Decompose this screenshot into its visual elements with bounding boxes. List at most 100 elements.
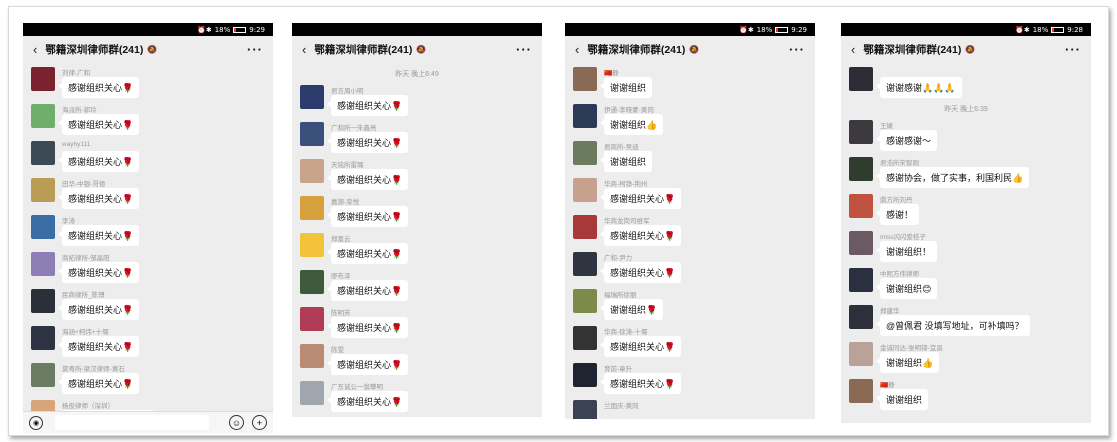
avatar[interactable] bbox=[31, 252, 55, 276]
avatar[interactable] bbox=[573, 252, 597, 276]
message-list[interactable]: 🇨🇳静 谢谢组织 伊通-李晓蒙-黄冈 谢谢组织👍 君商所-吴迪 谢谢组织 华商-柯铮-荆州感… bbox=[565, 63, 815, 419]
avatar[interactable] bbox=[31, 141, 55, 165]
message-bubble[interactable]: 感谢协会，做了实事，利国利民👍 bbox=[875, 167, 1030, 188]
plus-icon[interactable]: + bbox=[252, 415, 267, 430]
message-bubble[interactable]: 感谢组织关心🌹 bbox=[599, 188, 682, 209]
message-list[interactable]: 昨天 晚上6:49 君言周小明 感谢组织关心🌹 广和所一朱鑫亮 感谢组织关心🌹 天铭所雷… bbox=[292, 63, 542, 412]
avatar[interactable] bbox=[31, 289, 55, 313]
sender-name: 陈明芳 bbox=[331, 310, 351, 317]
message-bubble[interactable]: 感谢组织关心🌹 bbox=[57, 299, 140, 320]
emoji-icon[interactable]: ☺ bbox=[229, 415, 244, 430]
message-input[interactable] bbox=[55, 415, 209, 430]
more-options-icon[interactable]: ··· bbox=[789, 42, 805, 57]
sender-name: 郑建华 bbox=[880, 308, 900, 315]
message-bubble[interactable]: 感谢！ bbox=[875, 204, 920, 225]
message-bubble[interactable]: 感谢组织关心🌹 bbox=[326, 354, 409, 375]
avatar[interactable] bbox=[573, 178, 597, 202]
avatar[interactable] bbox=[300, 307, 324, 331]
message-bubble[interactable]: 谢谢组织 bbox=[875, 389, 929, 410]
avatar[interactable] bbox=[300, 122, 324, 146]
message-bubble[interactable]: 感谢组织关心🌹 bbox=[57, 262, 140, 283]
back-arrow-icon[interactable]: ‹ bbox=[33, 42, 37, 57]
avatar[interactable] bbox=[849, 268, 873, 292]
message-bubble[interactable]: 感谢感谢～ bbox=[875, 130, 938, 151]
avatar[interactable] bbox=[849, 194, 873, 218]
message-list[interactable]: 刘律-广和 感谢组织关心🌹 海派所-郭玲 感谢组织关心🌹 wayhy111 感谢组织关心🌹… bbox=[23, 63, 273, 431]
message-bubble[interactable]: 谢谢组织😊 bbox=[875, 278, 938, 299]
avatar[interactable] bbox=[849, 231, 873, 255]
message-bubble[interactable]: 感谢组织关心🌹 bbox=[326, 280, 409, 301]
phone-screen-2: ‹ 鄂籍深圳律师群(241) 🔕 ··· 昨天 晚上6:49 君言周小明 感谢组织… bbox=[292, 23, 542, 417]
avatar[interactable] bbox=[573, 215, 597, 239]
message-bubble[interactable]: 感谢组织关心🌹 bbox=[57, 188, 140, 209]
avatar[interactable] bbox=[849, 379, 873, 403]
message-bubble[interactable]: 感谢组织关心🌹 bbox=[57, 373, 140, 394]
avatar[interactable] bbox=[573, 104, 597, 128]
avatar[interactable] bbox=[573, 400, 597, 419]
message-bubble[interactable]: 感谢组织关心🌹 bbox=[57, 114, 140, 135]
avatar[interactable] bbox=[573, 67, 597, 91]
avatar[interactable] bbox=[300, 196, 324, 220]
avatar[interactable] bbox=[849, 305, 873, 329]
message-bubble[interactable]: 谢谢组织👍 bbox=[875, 352, 940, 373]
message-list[interactable]: 谢谢感谢🙏🙏🙏 昨天 晚上6:39 王婕 感谢感谢～ 君浩所宋智刚 感谢协会，做了实事，利… bbox=[841, 63, 1091, 410]
avatar[interactable] bbox=[573, 363, 597, 387]
message-bubble[interactable]: 感谢组织关心🌹 bbox=[599, 373, 682, 394]
message-bubble[interactable]: 感谢组织关心🌹 bbox=[57, 336, 140, 357]
message-bubble[interactable]: 感谢组织关心🌹 bbox=[326, 132, 409, 153]
avatar[interactable] bbox=[573, 141, 597, 165]
avatar[interactable] bbox=[300, 85, 324, 109]
avatar[interactable] bbox=[300, 344, 324, 368]
sender-name: 中熙方伟律师 bbox=[880, 271, 919, 278]
more-options-icon[interactable]: ··· bbox=[247, 42, 263, 57]
message-bubble[interactable]: 谢谢组织 bbox=[599, 77, 653, 98]
more-options-icon[interactable]: ··· bbox=[516, 42, 532, 57]
message-bubble[interactable]: 感谢组织关心🌹 bbox=[57, 225, 140, 246]
avatar[interactable] bbox=[849, 342, 873, 366]
message-bubble[interactable]: 谢谢组织👍 bbox=[599, 114, 664, 135]
message-bubble[interactable]: 感谢组织关心🌹 bbox=[57, 77, 140, 98]
chat-header: ‹ 鄂籍深圳律师群(241) 🔕 ··· bbox=[841, 36, 1091, 63]
back-arrow-icon[interactable]: ‹ bbox=[302, 42, 306, 57]
message-bubble[interactable]: @曾佩君 没填写地址，可补填吗？ bbox=[876, 315, 1030, 336]
message-bubble[interactable]: 感谢组织关心🌹 bbox=[599, 262, 682, 283]
back-arrow-icon[interactable]: ‹ bbox=[575, 42, 579, 57]
message-bubble[interactable]: 感谢组织关心🌹 bbox=[326, 243, 409, 264]
message-bubble[interactable]: 谢谢组织🌹 bbox=[599, 299, 664, 320]
message-bubble[interactable]: 谢谢感谢🙏🙏🙏 bbox=[876, 77, 962, 98]
avatar[interactable] bbox=[31, 67, 55, 91]
avatar[interactable] bbox=[300, 270, 324, 294]
message-bubble[interactable]: 感谢组织关心🌹 bbox=[326, 206, 409, 227]
message-bubble[interactable]: 感谢组织关心🌹 bbox=[326, 95, 409, 116]
message-bubble[interactable]: 感谢组织关心🌹 bbox=[57, 151, 140, 172]
message-bubble[interactable]: 感谢组织关心🌹 bbox=[326, 317, 409, 338]
voice-input-icon[interactable]: ◉ bbox=[29, 415, 43, 430]
chat-message: 君商所-吴迪 谢谢组织 bbox=[573, 141, 807, 172]
avatar[interactable] bbox=[31, 326, 55, 350]
avatar[interactable] bbox=[300, 159, 324, 183]
message-bubble[interactable]: 感谢组织关心🌹 bbox=[599, 225, 682, 246]
avatar[interactable] bbox=[31, 215, 55, 239]
chat-message: 商拓律所-邹晶阳 感谢组织关心🌹 bbox=[31, 252, 265, 283]
avatar[interactable] bbox=[849, 120, 873, 144]
message-bubble[interactable]: 感谢组织关心🌹 bbox=[326, 169, 409, 190]
message-bubble[interactable]: 感谢组织关心🌹 bbox=[326, 391, 409, 412]
message-bubble[interactable]: 谢谢组织 bbox=[599, 151, 653, 172]
chat-message: wayhy111 感谢组织关心🌹 bbox=[31, 141, 265, 172]
avatar[interactable] bbox=[300, 233, 324, 257]
chat-message: 伊通-李晓蒙-黄冈 谢谢组织👍 bbox=[573, 104, 807, 135]
avatar[interactable] bbox=[31, 363, 55, 387]
more-options-icon[interactable]: ··· bbox=[1065, 42, 1081, 57]
chat-message: 海派所-郭玲 感谢组织关心🌹 bbox=[31, 104, 265, 135]
avatar[interactable] bbox=[849, 67, 873, 91]
avatar[interactable] bbox=[849, 157, 873, 181]
avatar[interactable] bbox=[300, 381, 324, 405]
avatar[interactable] bbox=[573, 326, 597, 350]
avatar[interactable] bbox=[31, 178, 55, 202]
avatar[interactable] bbox=[573, 289, 597, 313]
chat-message: 华商龙岗司维军 感谢组织关心🌹 bbox=[573, 215, 807, 246]
message-bubble[interactable]: 感谢组织关心🌹 bbox=[599, 336, 682, 357]
back-arrow-icon[interactable]: ‹ bbox=[851, 42, 855, 57]
message-bubble[interactable]: 谢谢组织！ bbox=[875, 241, 938, 262]
avatar[interactable] bbox=[31, 104, 55, 128]
